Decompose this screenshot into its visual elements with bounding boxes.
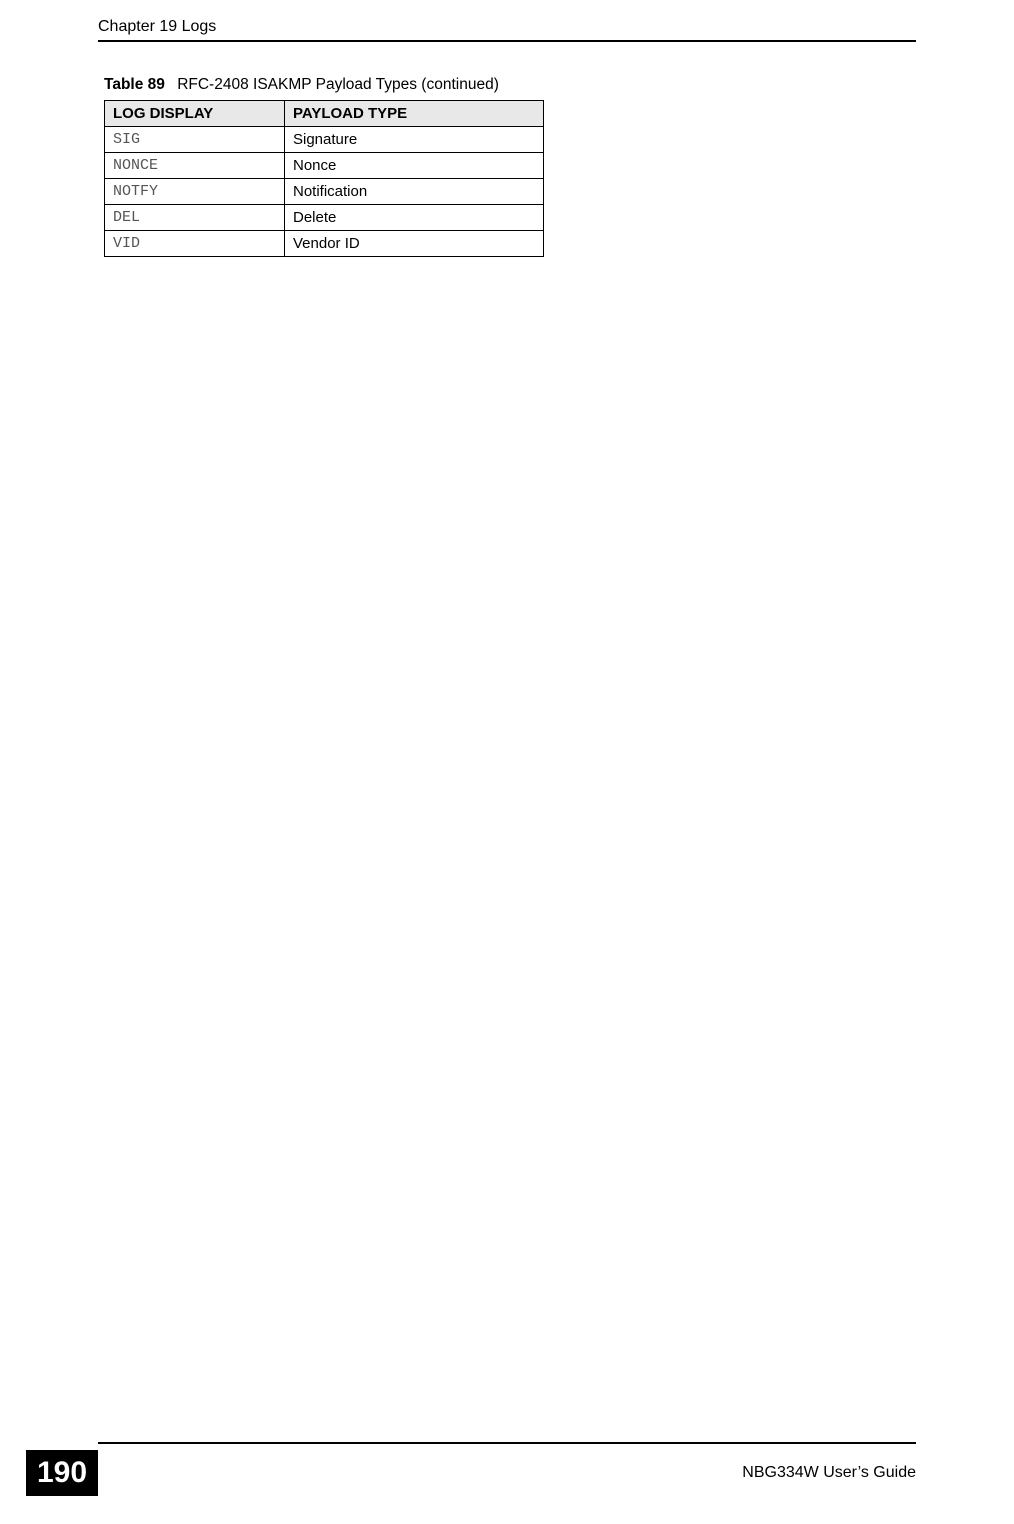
log-display-cell: SIG [105, 127, 285, 153]
page-header: Chapter 19 Logs [98, 0, 916, 42]
table-row: SIG Signature [105, 127, 544, 153]
page-footer: 190 NBG334W User’s Guide [98, 1442, 916, 1496]
table-header-row: LOG DISPLAY PAYLOAD TYPE [105, 101, 544, 127]
footer-rule [98, 1442, 916, 1444]
footer-row: 190 NBG334W User’s Guide [98, 1450, 916, 1496]
table-header-log-display: LOG DISPLAY [105, 101, 285, 127]
payload-type-cell: Vendor ID [285, 231, 544, 257]
log-display-cell: NOTFY [105, 179, 285, 205]
payload-type-cell: Notification [285, 179, 544, 205]
table-row: VID Vendor ID [105, 231, 544, 257]
payload-type-cell: Signature [285, 127, 544, 153]
table-caption: Table 89 RFC-2408 ISAKMP Payload Types (… [98, 76, 916, 94]
chapter-title: Chapter 19 Logs [98, 18, 916, 38]
payload-type-cell: Delete [285, 205, 544, 231]
table-row: DEL Delete [105, 205, 544, 231]
header-rule [98, 40, 916, 42]
page-number: 190 [26, 1450, 98, 1496]
table-row: NONCE Nonce [105, 153, 544, 179]
guide-name: NBG334W User’s Guide [742, 1464, 916, 1482]
table-header-payload-type: PAYLOAD TYPE [285, 101, 544, 127]
payload-type-cell: Nonce [285, 153, 544, 179]
log-display-cell: NONCE [105, 153, 285, 179]
payload-types-table: LOG DISPLAY PAYLOAD TYPE SIG Signature N… [104, 100, 544, 257]
log-display-cell: VID [105, 231, 285, 257]
log-display-cell: DEL [105, 205, 285, 231]
table-caption-title: RFC-2408 ISAKMP Payload Types (continued… [177, 76, 499, 93]
table-caption-number: Table 89 [104, 76, 173, 93]
table-row: NOTFY Notification [105, 179, 544, 205]
